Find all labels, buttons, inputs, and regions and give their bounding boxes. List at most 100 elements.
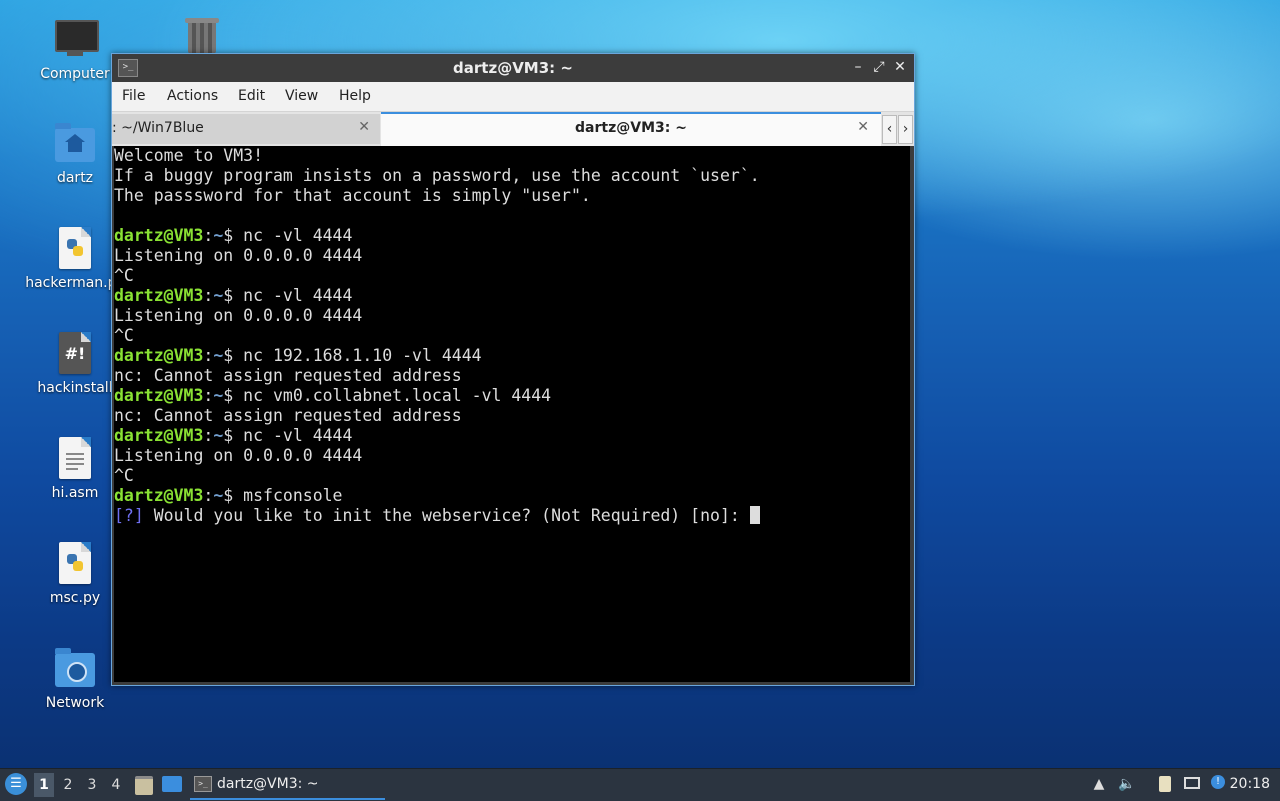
menu-file[interactable]: File	[122, 88, 145, 104]
desktop-icon-label: hackerman.py	[25, 275, 125, 291]
title-bar[interactable]: >_ dartz@VM3: ~ – ⤢ ✕	[112, 54, 914, 82]
desktop-icon-hackerman[interactable]: hackerman.py	[25, 227, 125, 291]
text-cursor	[749, 506, 760, 524]
terminal-output-line: Listening on 0.0.0.0 4444	[114, 246, 363, 265]
command-text: nc -vl 4444	[243, 426, 353, 445]
question-text: Would you like to init the webservice? (…	[143, 506, 750, 525]
terminal-output-line: Welcome to VM3!	[114, 146, 264, 165]
terminal-output-line: The passsword for that account is simply…	[114, 186, 591, 205]
taskbar-task-label: dartz@VM3: ~	[217, 776, 319, 792]
desktop-icon-label: msc.py	[49, 590, 101, 606]
terminal-output[interactable]: Welcome to VM3! If a buggy program insist…	[114, 146, 910, 682]
terminal-output-line: nc: Cannot assign requested address	[114, 366, 462, 385]
tab-scroll-right-button[interactable]: ›	[898, 115, 913, 144]
menu-view[interactable]: View	[285, 88, 318, 104]
python-file-icon	[53, 542, 97, 586]
prompt-separator: :	[203, 346, 214, 365]
terminal-command-line: dartz@VM3:~$ nc 192.168.1.10 -vl 4444	[114, 346, 910, 366]
terminal-output-line: Listening on 0.0.0.0 4444	[114, 306, 363, 325]
taskbar-task-terminal[interactable]: >_ dartz@VM3: ~	[190, 772, 385, 800]
desktop-icon-network[interactable]: Network	[25, 647, 125, 711]
command-text: nc -vl 4444	[243, 226, 353, 245]
terminal-window[interactable]: >_ dartz@VM3: ~ – ⤢ ✕ File Actions Edit …	[111, 53, 915, 686]
desktop-icon-label: dartz	[56, 170, 94, 186]
update-notifier-icon[interactable]: !	[1209, 775, 1227, 793]
terminal-question-line: [?] Would you like to init the webservic…	[114, 506, 910, 526]
prompt-sigil: $	[223, 426, 244, 445]
desktop-icon-hi-asm[interactable]: hi.asm	[25, 437, 125, 501]
desktop-icon-msc-py[interactable]: msc.py	[25, 542, 125, 606]
prompt-user: dartz@VM3	[114, 346, 204, 365]
prompt-user: dartz@VM3	[114, 486, 204, 505]
terminal-output-line: ^C	[114, 266, 134, 285]
command-text: nc 192.168.1.10 -vl 4444	[243, 346, 482, 365]
tray-up-arrow-icon[interactable]: ▲	[1090, 775, 1108, 793]
desktop-icon-label: Computer	[40, 66, 110, 82]
terminal-command-line: dartz@VM3:~$ msfconsole	[114, 486, 910, 506]
terminal-output-line: If a buggy program insists on a password…	[114, 166, 760, 185]
network-folder-icon	[53, 647, 97, 691]
prompt-path: ~	[213, 486, 224, 505]
tab-close-icon[interactable]: ✕	[358, 119, 370, 135]
menu-edit[interactable]: Edit	[238, 88, 265, 104]
terminal-command-line: dartz@VM3:~$ nc -vl 4444	[114, 226, 910, 246]
tab-win7blue[interactable]: : ~/Win7Blue ✕	[112, 114, 380, 144]
file-manager-icon[interactable]	[135, 776, 153, 795]
workspace-2[interactable]: 2	[58, 773, 78, 797]
desktop-icon-label: Network	[45, 695, 105, 711]
desktop-icon-dartz[interactable]: dartz	[25, 122, 125, 186]
desktop-icon-label: hackinstall	[37, 380, 113, 396]
clipboard-icon[interactable]	[1156, 775, 1174, 793]
tab-label: : ~/Win7Blue	[112, 120, 204, 136]
workspace-1[interactable]: 1	[34, 773, 54, 797]
prompt-sigil: $	[223, 346, 244, 365]
prompt-sigil: $	[223, 486, 244, 505]
terminal-output-line: ^C	[114, 326, 134, 345]
prompt-path: ~	[213, 386, 224, 405]
prompt-path: ~	[213, 346, 224, 365]
text-file-icon	[53, 437, 97, 481]
network-icon[interactable]	[1183, 775, 1201, 793]
start-menu-icon[interactable]: ☰	[5, 773, 27, 795]
terminal-command-line: dartz@VM3:~$ nc -vl 4444	[114, 426, 910, 446]
prompt-user: dartz@VM3	[114, 286, 204, 305]
prompt-user: dartz@VM3	[114, 226, 204, 245]
desktop-icon-hackinstall[interactable]: #! hackinstall	[25, 332, 125, 396]
menu-help[interactable]: Help	[339, 88, 371, 104]
prompt-path: ~	[213, 426, 224, 445]
menu-bar: File Actions Edit View Help	[112, 82, 914, 112]
python-file-icon	[53, 227, 97, 271]
question-tag: [?]	[114, 506, 144, 525]
tab-dartz-vm3[interactable]: dartz@VM3: ~ ✕	[381, 112, 881, 147]
command-text: nc -vl 4444	[243, 286, 353, 305]
terminal-icon: >_	[194, 776, 212, 792]
prompt-path: ~	[213, 226, 224, 245]
volume-icon[interactable]: 🔈	[1118, 775, 1136, 793]
prompt-separator: :	[203, 486, 214, 505]
window-title: dartz@VM3: ~	[453, 59, 573, 77]
tab-label: dartz@VM3: ~	[575, 120, 687, 136]
terminal-output-line: ^C	[114, 466, 134, 485]
command-text: nc vm0.collabnet.local -vl 4444	[243, 386, 552, 405]
minimize-button[interactable]: –	[849, 58, 867, 76]
maximize-button[interactable]: ⤢	[870, 58, 888, 76]
clock[interactable]: 20:18	[1230, 776, 1270, 792]
prompt-user: dartz@VM3	[114, 386, 204, 405]
workspace-3[interactable]: 3	[82, 773, 102, 797]
prompt-sigil: $	[223, 226, 244, 245]
workspace-4[interactable]: 4	[106, 773, 126, 797]
prompt-user: dartz@VM3	[114, 426, 204, 445]
show-desktop-icon[interactable]	[162, 776, 182, 792]
script-glyph: #!	[64, 344, 86, 363]
desktop-icon-computer[interactable]: Computer	[25, 18, 125, 82]
close-button[interactable]: ✕	[891, 58, 909, 76]
tab-scroll-left-button[interactable]: ‹	[882, 115, 897, 144]
prompt-separator: :	[203, 226, 214, 245]
terminal-output-line: Listening on 0.0.0.0 4444	[114, 446, 363, 465]
menu-actions[interactable]: Actions	[167, 88, 218, 104]
tab-close-icon[interactable]: ✕	[857, 119, 869, 135]
tab-bar: : ~/Win7Blue ✕ dartz@VM3: ~ ✕ ‹ ›	[112, 112, 914, 147]
script-file-icon: #!	[53, 332, 97, 376]
terminal-command-line: dartz@VM3:~$ nc vm0.collabnet.local -vl …	[114, 386, 910, 406]
